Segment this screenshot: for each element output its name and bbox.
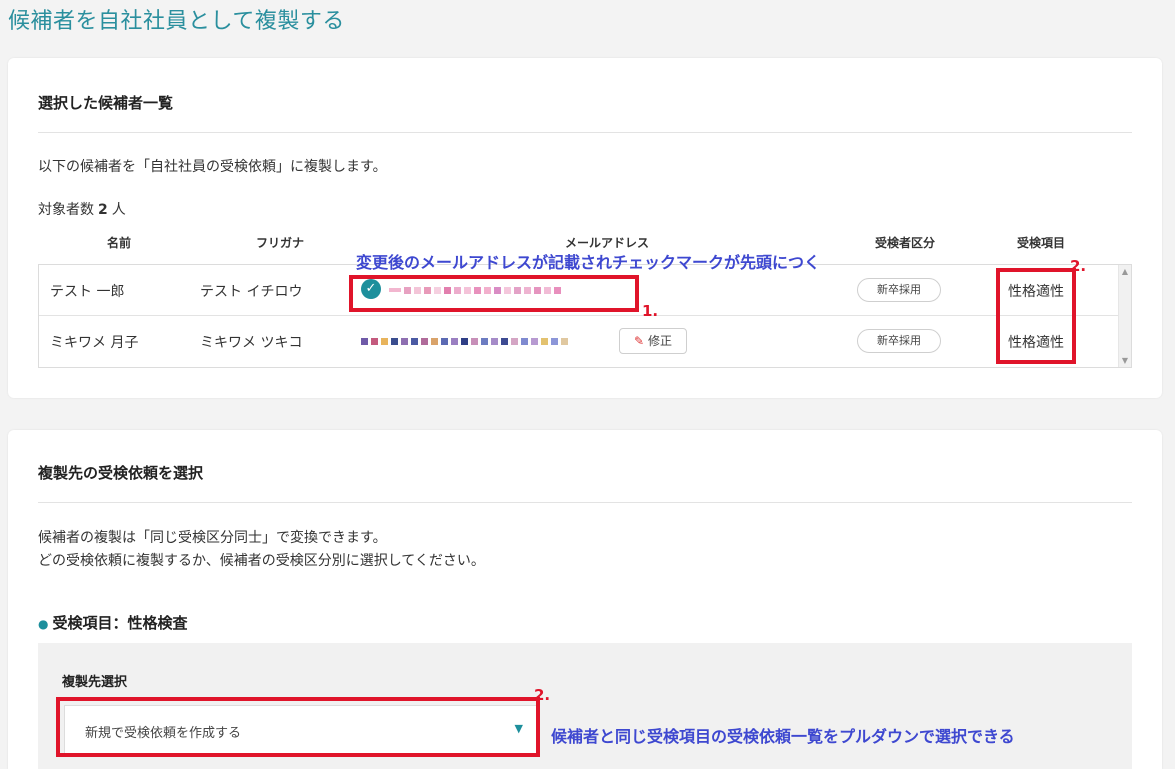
annotation-select-note: 候補者と同じ受検項目の受検依頼一覧をプルダウンで選択できる — [551, 727, 1015, 746]
selected-description: 以下の候補者を「自社社員の受検依頼」に複製します。 — [38, 159, 387, 175]
edit-button-label: 修正 — [648, 334, 673, 348]
column-header-test-item: 受検項目 — [1017, 236, 1066, 250]
email-masked — [361, 334, 568, 348]
scroll-down-arrow-icon[interactable]: ▼ — [1119, 356, 1131, 365]
bullet-icon: ● — [38, 617, 49, 631]
annotation-box-test-item — [996, 268, 1076, 364]
divider — [38, 132, 1132, 133]
target-count-unit: 人 — [111, 202, 126, 218]
edit-email-button[interactable]: ✎ 修正 — [619, 328, 687, 354]
edit-icon: ✎ — [633, 334, 645, 348]
candidate-name: ミキワメ 月子 — [50, 335, 139, 351]
candidate-furigana: ミキワメ ツキコ — [200, 335, 303, 351]
section-title-selected: 選択した候補者一覧 — [38, 94, 174, 112]
divider — [38, 502, 1132, 503]
table-row: ミキワメ 月子 ミキワメ ツキコ ✎ 修正 新卒採用 性格適性 — [39, 316, 1119, 367]
selected-candidates-card: 選択した候補者一覧 以下の候補者を「自社社員の受検依頼」に複製します。 対象者数… — [8, 58, 1162, 398]
column-header-furigana: フリガナ — [256, 236, 305, 250]
page-title: 候補者を自社社員として複製する — [8, 9, 345, 34]
column-header-name: 名前 — [107, 236, 132, 250]
copy-description-line1: 候補者の複製は「同じ受検区分同士」で変換できます。 — [38, 530, 387, 546]
candidate-name: テスト 一郎 — [50, 284, 125, 300]
category-badge: 新卒採用 — [857, 278, 941, 302]
copy-description-line2: どの受検依頼に複製するか、候補者の受検区分別に選択してください。 — [38, 553, 485, 569]
target-count-value: 2 — [98, 202, 108, 218]
annotation-box-select — [56, 697, 540, 757]
section-title-copy: 複製先の受検依頼を選択 — [38, 464, 204, 482]
annotation-box-email — [349, 275, 639, 312]
select-label: 複製先選択 — [62, 675, 128, 690]
target-count: 対象者数 2 人 — [38, 199, 126, 219]
annotation-number-2: 2. — [1070, 257, 1087, 275]
annotation-number-3: 2. — [534, 686, 551, 704]
annotation-email-note: 変更後のメールアドレスが記載されチェックマークが先頭につく — [356, 253, 821, 272]
candidate-furigana: テスト イチロウ — [200, 284, 303, 300]
scroll-up-arrow-icon[interactable]: ▲ — [1119, 267, 1131, 276]
annotation-number-1: 1. — [642, 302, 659, 320]
target-count-label: 対象者数 — [38, 202, 94, 218]
column-header-category: 受検者区分 — [875, 236, 936, 250]
test-item-heading: ● 受検項目：性格検査 — [38, 612, 188, 633]
table-scrollbar[interactable]: ▲ ▼ — [1118, 265, 1131, 367]
test-item-heading-text: 受検項目：性格検査 — [52, 614, 188, 632]
category-badge: 新卒採用 — [857, 329, 941, 353]
